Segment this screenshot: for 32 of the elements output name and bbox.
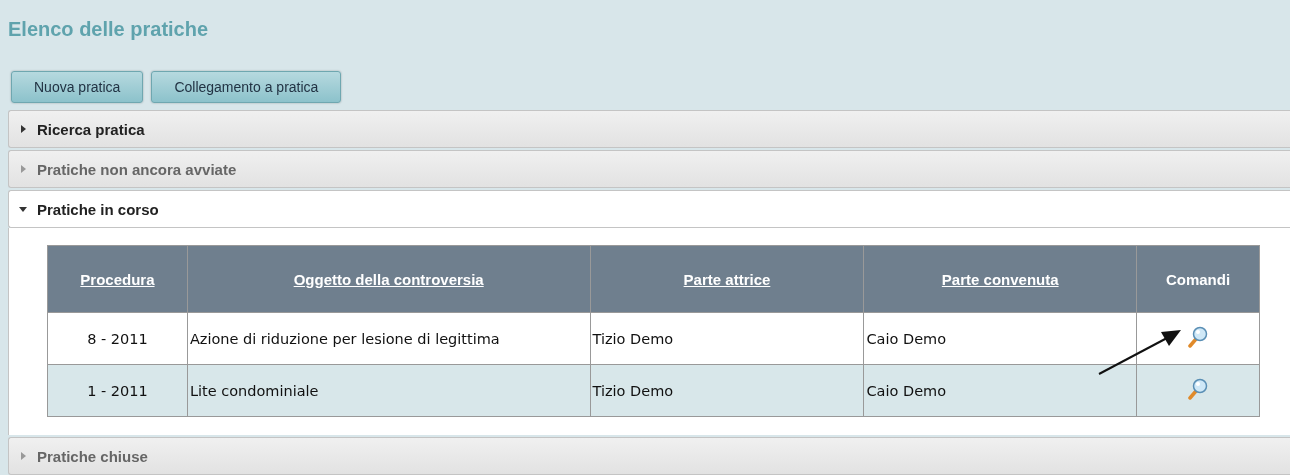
action-button[interactable]: Collegamento a pratica [151,71,342,103]
table-cell: Tizio Demo [590,364,864,417]
table-cell: 1 - 2011 [47,364,188,417]
sort-link[interactable]: Procedura [80,270,155,288]
section-title: Pratiche chiuse [37,447,148,465]
caret-right-icon [19,452,27,460]
caret-down-icon [19,205,27,213]
section-title: Pratiche in corso [37,200,159,218]
caret-right-icon [19,165,27,173]
table-cell: Caio Demo [863,312,1137,365]
section-title: Ricerca pratica [37,120,145,138]
table-cell: Tizio Demo [590,312,864,365]
table-cell: Lite condominiale [187,364,590,417]
table-cell: Caio Demo [863,364,1137,417]
column-header[interactable]: Parte attrice [590,245,864,313]
sort-link[interactable]: Oggetto della controversia [293,270,484,288]
action-button[interactable]: Nuova pratica [11,71,144,103]
magnifier-icon[interactable] [1187,326,1209,348]
column-header[interactable]: Oggetto della controversia [187,245,590,313]
header-label: Comandi [1165,270,1231,288]
table-cell: Azione di riduzione per lesione di legittima [187,312,590,365]
column-header[interactable]: Parte convenuta [863,245,1137,313]
column-header[interactable]: Procedura [47,245,188,313]
table-cell: 8 - 2011 [47,312,188,365]
section-title: Pratiche non ancora avviate [37,160,237,178]
accordion-header[interactable]: Ricerca pratica [8,110,1290,148]
magnifier-icon[interactable] [1187,378,1209,400]
sort-link[interactable]: Parte attrice [683,270,771,288]
sort-link[interactable]: Parte convenuta [941,270,1059,288]
accordion-header[interactable]: Pratiche in corso [8,190,1290,228]
caret-right-icon [19,125,27,133]
page-title: Elenco delle pratiche [8,17,209,42]
